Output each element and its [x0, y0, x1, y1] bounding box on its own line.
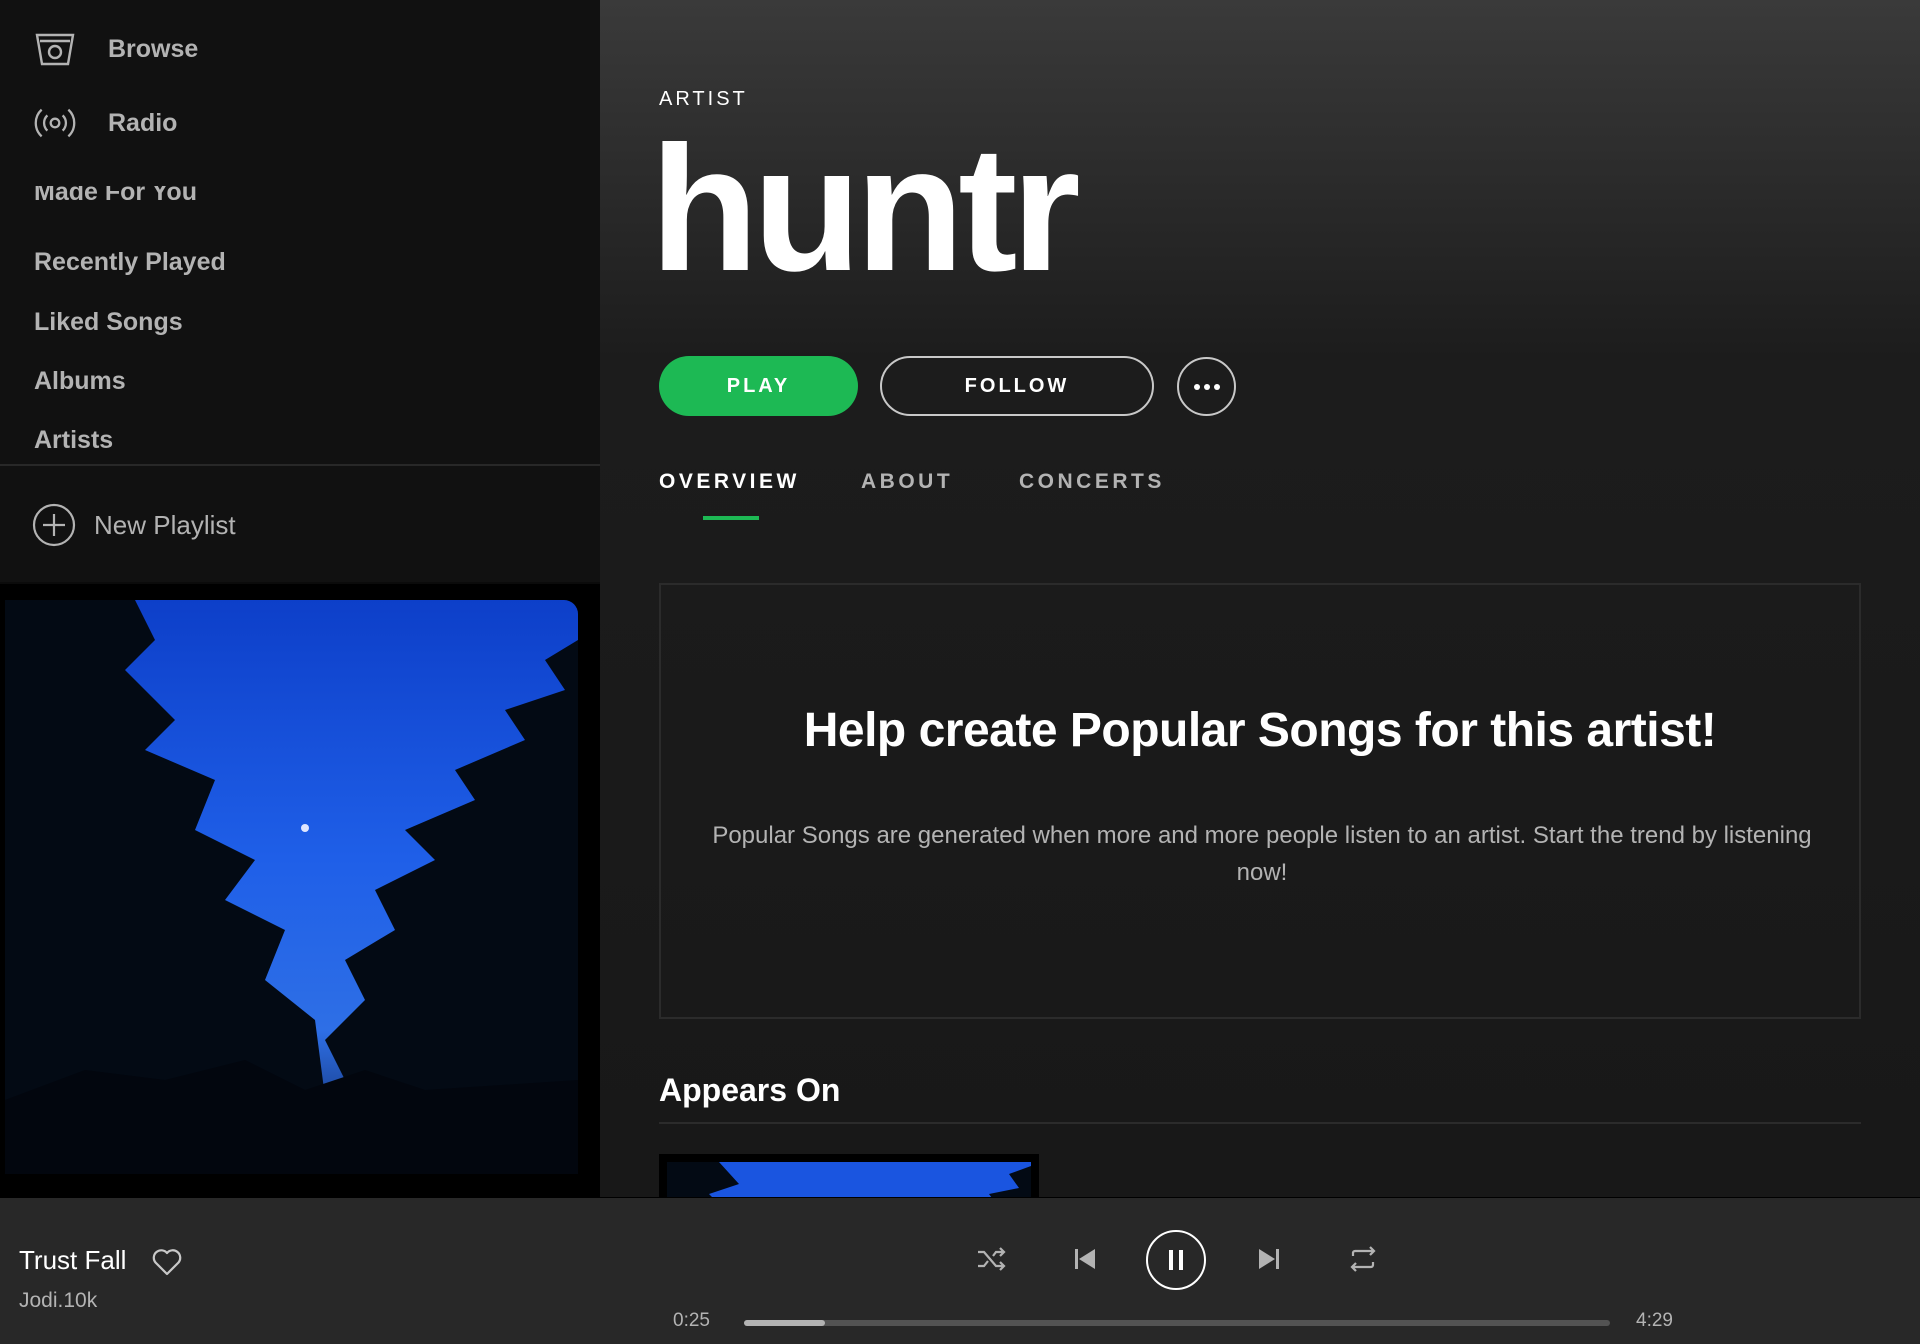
browse-icon	[34, 28, 76, 70]
current-time: 0:25	[673, 1310, 710, 1331]
skip-forward-icon	[1259, 1249, 1279, 1269]
sidebar-item-radio[interactable]: Radio	[34, 102, 177, 144]
artist-page: ARTIST huntr PLAY FOLLOW OVERVIEW ABOUT …	[600, 0, 1920, 1197]
progress-fill	[744, 1320, 825, 1326]
now-playing-cover[interactable]	[0, 584, 600, 1197]
active-tab-indicator	[703, 516, 759, 520]
appears-on-album-card[interactable]	[659, 1154, 1039, 1197]
playback-progress-bar[interactable]	[744, 1320, 1610, 1326]
spotify-app: Browse Radio Made For You Recently Playe…	[0, 0, 1920, 1344]
tab-about[interactable]: ABOUT	[861, 470, 953, 494]
repeat-button[interactable]	[1346, 1242, 1380, 1276]
new-playlist-button[interactable]: New Playlist	[32, 503, 236, 547]
skip-back-icon	[1075, 1249, 1095, 1269]
sidebar-item-browse[interactable]: Browse	[34, 28, 198, 70]
popular-songs-description: Popular Songs are generated when more an…	[712, 822, 1812, 886]
section-divider	[659, 1122, 1861, 1124]
more-icon	[1193, 383, 1220, 390]
radio-icon	[34, 102, 76, 144]
new-playlist-label: New Playlist	[94, 509, 236, 540]
library-item-liked-songs[interactable]: Liked Songs	[34, 308, 183, 337]
sidebar-item-label: Browse	[108, 34, 199, 63]
player-bar: Trust Fall Jodi.10k 0:25 4:29	[0, 1197, 1920, 1344]
heart-icon	[152, 1249, 182, 1276]
pause-icon	[1169, 1250, 1183, 1270]
artist-name: huntr	[650, 109, 1081, 308]
sidebar-divider	[0, 464, 600, 466]
shuffle-icon	[978, 1247, 1006, 1271]
artist-type-label: ARTIST	[659, 88, 748, 110]
sidebar: Browse Radio Made For You Recently Playe…	[0, 0, 600, 1197]
more-options-button[interactable]	[1177, 357, 1236, 416]
library-item-albums[interactable]: Albums	[34, 367, 126, 396]
sidebar-item-label: Radio	[108, 108, 178, 137]
library-item-artists[interactable]: Artists	[34, 426, 113, 455]
album-thumbnail-image	[667, 1162, 1031, 1197]
pause-button[interactable]	[1146, 1230, 1206, 1290]
now-playing-artist[interactable]: Jodi.10k	[19, 1289, 97, 1313]
popular-songs-placeholder: Help create Popular Songs for this artis…	[659, 583, 1861, 1019]
now-playing-title[interactable]: Trust Fall	[19, 1245, 126, 1276]
track-duration: 4:29	[1636, 1310, 1673, 1331]
popular-songs-title: Help create Popular Songs for this artis…	[803, 704, 1717, 757]
play-button[interactable]: PLAY	[659, 356, 858, 416]
library-item-recently-played[interactable]: Recently Played	[34, 248, 226, 277]
plus-circle-icon	[32, 503, 76, 547]
shuffle-button[interactable]	[975, 1242, 1009, 1276]
tab-concerts[interactable]: CONCERTS	[1019, 470, 1165, 494]
previous-track-button[interactable]	[1070, 1242, 1100, 1276]
next-track-button[interactable]	[1254, 1242, 1284, 1276]
follow-button[interactable]: FOLLOW	[880, 356, 1154, 416]
appears-on-heading: Appears On	[659, 1072, 841, 1108]
repeat-icon	[1350, 1246, 1376, 1272]
like-button[interactable]	[152, 1248, 182, 1276]
library-list: Made For You Recently Played Liked Songs…	[0, 186, 600, 464]
library-item-made-for-you[interactable]: Made For You	[34, 186, 197, 207]
album-cover-image	[5, 600, 578, 1174]
tab-overview[interactable]: OVERVIEW	[659, 470, 800, 494]
